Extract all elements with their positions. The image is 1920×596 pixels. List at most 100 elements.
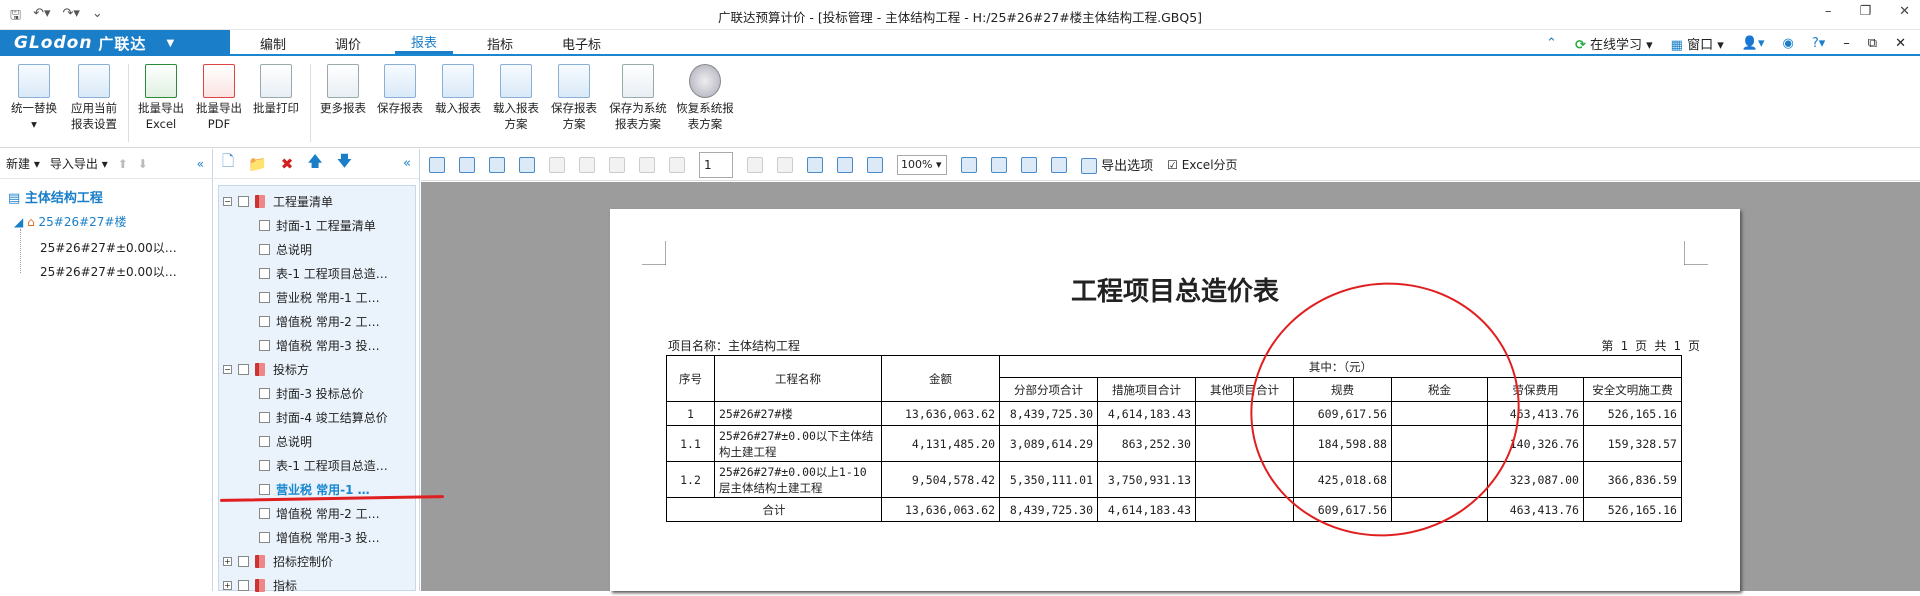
help-icon[interactable]: ?▾ (1812, 36, 1825, 51)
zoom-select[interactable]: 100% ▾ (897, 154, 947, 175)
tree-node-child[interactable]: 25#26#27#±0.00以… (40, 239, 177, 256)
report-item[interactable]: 封面-3 投标总价 (259, 382, 364, 404)
service-icon[interactable]: ◉ (1783, 36, 1794, 51)
expand-toggle-icon[interactable]: + (223, 580, 232, 590)
export-pdf-icon[interactable] (1051, 156, 1067, 173)
app-menu-button[interactable]: GLodon 广联达 ▼ (0, 30, 230, 56)
report-checkbox[interactable] (259, 291, 270, 303)
tab-reports[interactable]: 报表 (395, 32, 454, 54)
report-checkbox[interactable] (259, 267, 270, 279)
report-item[interactable]: 封面-1 工程量清单 (259, 214, 376, 236)
doc-close-icon[interactable]: ✕ (1895, 36, 1906, 51)
report-group[interactable]: − 工程量清单 (223, 190, 333, 212)
doc-minimize-icon[interactable]: – (1843, 36, 1850, 51)
print-icon[interactable] (549, 156, 565, 173)
import-export-button[interactable]: 导入导出 ▾ (50, 155, 108, 172)
expand-toggle-icon[interactable]: + (223, 556, 232, 566)
window-menu[interactable]: ▦ 窗口 ▾ (1671, 34, 1724, 53)
minimize-icon[interactable]: – (1825, 4, 1832, 19)
report-checkbox[interactable] (259, 459, 270, 471)
modify-icon[interactable] (519, 156, 535, 173)
report-checkbox[interactable] (259, 483, 270, 495)
tab-indicators[interactable]: 指标 (487, 34, 513, 53)
zoom-out-icon[interactable] (837, 156, 853, 173)
report-checkbox[interactable] (259, 435, 270, 447)
collapse-panel-icon[interactable]: « (403, 156, 411, 171)
restore-system-scheme-button[interactable]: 恢复系统报表方案 (673, 64, 737, 132)
report-item[interactable]: 封面-4 竣工结算总价 (259, 406, 388, 428)
report-checkbox[interactable] (259, 531, 270, 543)
report-checkbox[interactable] (238, 555, 249, 567)
collapse-ribbon-icon[interactable]: ⌃ (1546, 36, 1557, 51)
next-page-icon[interactable] (747, 156, 763, 173)
fit-page-icon[interactable] (867, 156, 883, 173)
report-item[interactable]: 营业税 常用-1 工… (259, 286, 380, 308)
batch-export-pdf-button[interactable]: 批量导出PDF (191, 64, 247, 132)
unify-replace-button[interactable]: 统一替换 ▾ (6, 64, 62, 132)
new-button[interactable]: 新建 ▾ (6, 155, 40, 172)
add-folder-icon[interactable]: 📁 (248, 155, 267, 173)
report-checkbox[interactable] (259, 315, 270, 327)
report-item[interactable]: 增值税 常用-2 工… (259, 310, 380, 332)
save-scheme-button[interactable]: 保存报表方案 (546, 64, 602, 132)
online-learning[interactable]: ⟳ 在线学习 ▾ (1575, 34, 1653, 53)
report-checkbox[interactable] (259, 243, 270, 255)
report-item[interactable]: 表-1 工程项目总造… (259, 262, 388, 284)
batch-print-button[interactable]: 批量打印 (248, 64, 304, 116)
collapse-panel-icon[interactable]: « (197, 157, 204, 171)
restore-icon[interactable]: ❐ (1859, 4, 1871, 19)
load-scheme-button[interactable]: 载入报表方案 (488, 64, 544, 132)
export-options-button[interactable]: 导出选项 (1081, 155, 1153, 175)
report-group[interactable]: + 指标 (223, 574, 297, 596)
export-sheet-icon[interactable] (1021, 156, 1037, 173)
apply-report-settings-button[interactable]: 应用当前报表设置 (66, 64, 122, 132)
add-report-icon[interactable]: 🗋 (222, 151, 234, 176)
report-checkbox[interactable] (238, 579, 249, 591)
prev-page-icon[interactable] (669, 156, 685, 173)
paste-icon[interactable] (609, 156, 625, 173)
move-down-icon[interactable]: ⬇ (138, 157, 148, 171)
report-item[interactable]: 增值税 常用-3 投… (259, 526, 380, 548)
close-icon[interactable]: ✕ (1899, 4, 1910, 19)
report-checkbox[interactable] (259, 339, 270, 351)
more-reports-button[interactable]: 更多报表 (315, 64, 371, 116)
report-checkbox[interactable] (259, 387, 270, 399)
report-checkbox[interactable] (238, 195, 249, 207)
document-icon[interactable] (489, 156, 505, 173)
report-checkbox[interactable] (259, 219, 270, 231)
first-page-icon[interactable] (639, 156, 655, 173)
batch-export-excel-button[interactable]: 批量导出Excel (133, 64, 189, 132)
edit-icon[interactable] (429, 156, 445, 173)
report-item[interactable]: 增值税 常用-3 投… (259, 334, 380, 356)
last-page-icon[interactable] (777, 156, 793, 173)
zoom-in-icon[interactable] (807, 156, 823, 173)
load-report-button[interactable]: 载入报表 (430, 64, 486, 116)
report-item[interactable]: 增值税 常用-2 工… (259, 502, 380, 524)
move-down-icon[interactable]: 🡇 (337, 151, 352, 176)
tree-root[interactable]: ▤ 主体结构工程 (8, 187, 103, 206)
page-number-input[interactable]: 1 (699, 151, 733, 178)
report-item[interactable]: 总说明 (259, 238, 312, 260)
excel-paging-checkbox[interactable]: ☑ Excel分页 (1167, 156, 1237, 173)
export-icon[interactable] (961, 156, 977, 173)
tab-edit[interactable]: 编制 (260, 34, 286, 53)
report-checkbox[interactable] (259, 507, 270, 519)
export-excel-icon[interactable] (991, 156, 1007, 173)
report-group[interactable]: + 招标控制价 (223, 550, 333, 572)
save-report-button[interactable]: 保存报表 (372, 64, 428, 116)
report-item[interactable]: 表-1 工程项目总造… (259, 454, 388, 476)
tree-node-child[interactable]: 25#26#27#±0.00以… (40, 263, 177, 280)
design-icon[interactable] (459, 156, 475, 173)
expand-toggle-icon[interactable]: − (223, 196, 232, 206)
report-checkbox[interactable] (259, 411, 270, 423)
user-icon[interactable]: 👤▾ (1742, 36, 1765, 51)
tree-node-building[interactable]: ◢ ⌂ 25#26#27#楼 (14, 213, 127, 230)
tab-adjust[interactable]: 调价 (335, 34, 361, 53)
tab-e-bid[interactable]: 电子标 (562, 34, 601, 53)
doc-restore-icon[interactable]: ⧉ (1868, 36, 1877, 51)
expand-toggle-icon[interactable]: − (223, 364, 232, 374)
report-item[interactable]: 总说明 (259, 430, 312, 452)
move-up-icon[interactable]: 🡅 (307, 151, 322, 176)
delete-icon[interactable]: ✖ (281, 155, 294, 173)
report-group[interactable]: − 投标方 (223, 358, 309, 380)
